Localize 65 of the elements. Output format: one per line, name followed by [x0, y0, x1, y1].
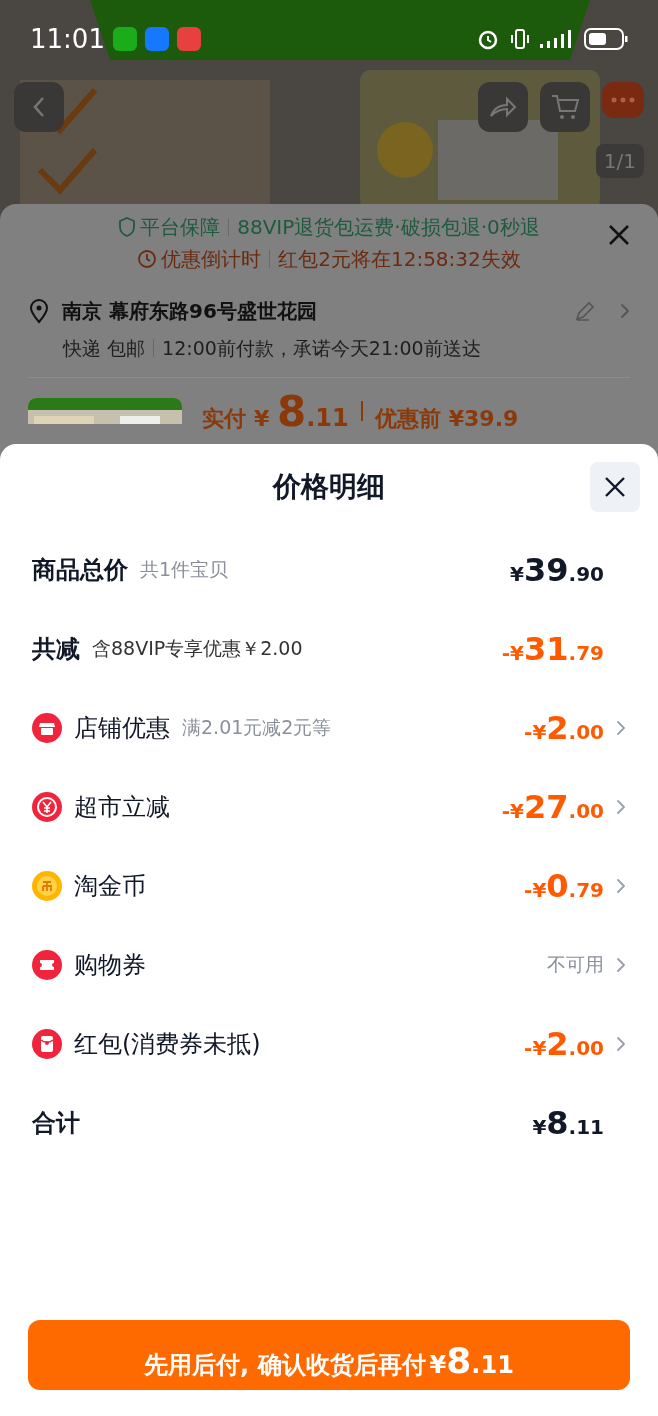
cart-button[interactable]: [540, 82, 590, 132]
chat-app-icon: [112, 27, 137, 51]
image-counter: 1/1: [595, 144, 644, 178]
row-label: 商品总价: [32, 554, 128, 586]
address-text: 南京 幕府东路96号盛世花园: [62, 298, 318, 325]
original-price-label: 优惠前: [374, 404, 441, 433]
clock-icon: [137, 249, 158, 269]
share-icon: [488, 95, 518, 119]
amount-text: -¥27.00: [501, 786, 604, 828]
chevron-right-icon: [616, 798, 626, 815]
more-icon: [611, 97, 635, 103]
row-note: 共1件宝贝: [140, 557, 229, 583]
row-label: 红包(消费券未抵): [74, 1028, 261, 1060]
sheet-title: 价格明细: [273, 469, 385, 505]
share-button[interactable]: [478, 82, 528, 132]
row-label: 淘金币: [74, 870, 146, 902]
row-label: 购物券: [74, 949, 146, 981]
paid-label: 实付: [202, 404, 246, 433]
yuan-coin-icon: [32, 791, 62, 822]
row-note: 满2.01元减2元等: [182, 715, 332, 741]
amount-text: -¥2.00: [524, 707, 604, 749]
amount-text: -¥0.79: [524, 865, 604, 907]
close-icon: [604, 476, 626, 498]
chevron-right-icon: [616, 956, 626, 973]
close-button[interactable]: [590, 462, 640, 512]
back-icon: [32, 96, 46, 118]
amount-text: ¥39.90: [510, 549, 604, 591]
more-button[interactable]: [602, 82, 644, 118]
shield-icon: [118, 217, 137, 237]
guarantee-text: 88VIP退货包运费·破损包退·0秒退: [237, 214, 540, 241]
row-label: 超市立减: [74, 791, 170, 823]
pay-app-icon: [144, 27, 169, 51]
row-note: 含88VIP专享优惠￥2.00: [92, 636, 303, 662]
chevron-right-icon: [620, 303, 630, 319]
back-button[interactable]: [14, 82, 64, 132]
cart-icon: [550, 93, 580, 121]
original-price: ¥39.9: [448, 404, 519, 433]
status-time: 11:01: [30, 22, 105, 56]
row-label: 合计: [32, 1107, 80, 1139]
mail-app-icon: [176, 27, 201, 51]
delivery-promise: 12:00前付款，承诺今天21:00前送达: [162, 336, 481, 361]
pay-later-button[interactable]: 先用后付, 确认收货后再付 ¥8.11: [28, 1320, 630, 1390]
countdown-label: 优惠倒计时: [161, 246, 262, 273]
close-icon: [607, 223, 631, 247]
countdown-text: 红包2元将在12:58:32失效: [278, 246, 521, 273]
edit-icon: [574, 300, 596, 322]
coin-icon: [32, 870, 62, 901]
guarantee-label: 平台保障: [140, 214, 221, 241]
amount-text: -¥31.79: [501, 628, 604, 670]
amount-text: ¥8.11: [532, 1102, 604, 1144]
location-pin-icon: [28, 298, 50, 324]
paid-amount: ¥ 8.11: [254, 385, 349, 438]
delivery-method: 快递 包邮: [63, 336, 146, 361]
row-label: 店铺优惠: [74, 712, 170, 744]
shop-icon: [32, 712, 62, 743]
chevron-right-icon: [616, 877, 626, 894]
chevron-right-icon: [616, 1035, 626, 1052]
status-text: 不可用: [547, 952, 604, 978]
chevron-right-icon: [616, 719, 626, 736]
battery-icon: [584, 27, 628, 51]
row-label: 共减: [32, 633, 80, 665]
envelope-icon: [32, 1028, 62, 1059]
amount-text: -¥2.00: [524, 1023, 604, 1065]
vibrate-icon: [508, 27, 532, 51]
ticket-icon: [32, 949, 62, 980]
